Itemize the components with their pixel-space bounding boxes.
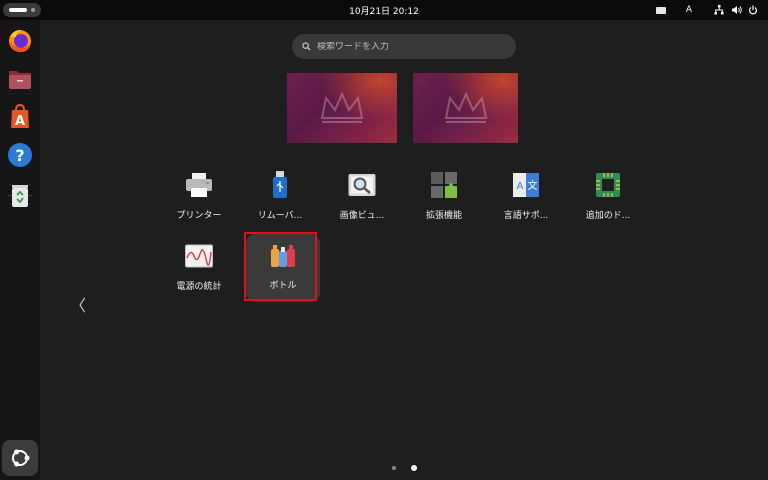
app-language-support[interactable]: A 文 言語サポ...	[489, 164, 563, 232]
clock[interactable]: 10月21日 20:12	[0, 4, 768, 17]
power-stats-icon	[184, 241, 214, 271]
app-extensions[interactable]: 拡張機能	[407, 164, 481, 232]
printer-icon	[184, 170, 214, 200]
power-icon[interactable]	[747, 3, 759, 17]
app-label: リムーバ...	[257, 211, 303, 221]
workspace-thumbnail-2[interactable]	[413, 73, 518, 143]
search-input[interactable]	[317, 41, 497, 52]
volume-icon[interactable]	[730, 3, 744, 17]
app-label: 拡張機能	[425, 211, 462, 221]
help-icon[interactable]: ?	[5, 140, 35, 170]
app-label: 追加のド...	[585, 211, 631, 221]
dock: A ?	[0, 20, 40, 480]
app-label: 言語サポ...	[503, 211, 549, 221]
crown-icon	[444, 91, 487, 123]
svg-text:?: ?	[15, 146, 24, 165]
app-center-icon[interactable]: A	[5, 102, 35, 132]
files-icon[interactable]	[5, 64, 35, 94]
chip-icon	[593, 170, 623, 200]
page-indicator-1[interactable]	[392, 466, 396, 470]
selection-highlight	[244, 232, 317, 301]
input-method-indicator[interactable]: A	[683, 3, 695, 17]
app-image-viewer[interactable]: 画像ビュ...	[325, 164, 399, 232]
previous-page-button[interactable]: 〈	[70, 292, 86, 316]
extensions-icon	[429, 170, 459, 200]
svg-text:A: A	[15, 114, 25, 129]
svg-text:A: A	[517, 181, 524, 192]
workspace-thumbnail-1[interactable]	[287, 73, 397, 143]
top-bar: 10月21日 20:12 A	[0, 0, 768, 20]
image-viewer-icon	[347, 170, 377, 200]
svg-text:文: 文	[528, 179, 538, 192]
language-icon: A 文	[511, 170, 541, 200]
app-additional-drivers[interactable]: 追加のド...	[571, 164, 645, 232]
firefox-icon[interactable]	[5, 26, 35, 56]
crown-icon	[320, 91, 364, 123]
app-power-statistics[interactable]: 電源の統計	[162, 235, 236, 303]
search-icon	[302, 42, 311, 51]
app-label: プリンター	[176, 211, 222, 221]
app-printers[interactable]: プリンター	[162, 164, 236, 232]
app-label: 電源の統計	[176, 282, 222, 292]
app-removable-media[interactable]: リムーバ...	[243, 164, 317, 232]
ubuntu-show-apps-icon	[12, 449, 30, 467]
app-label: 画像ビュ...	[339, 211, 385, 221]
search-bar[interactable]	[292, 34, 516, 59]
usb-icon	[265, 170, 295, 200]
show-apps-button[interactable]	[2, 440, 38, 476]
network-icon[interactable]	[713, 3, 725, 17]
keyboard-icon[interactable]	[655, 3, 667, 17]
page-indicator-2[interactable]	[411, 465, 417, 471]
trash-icon[interactable]	[5, 180, 35, 210]
